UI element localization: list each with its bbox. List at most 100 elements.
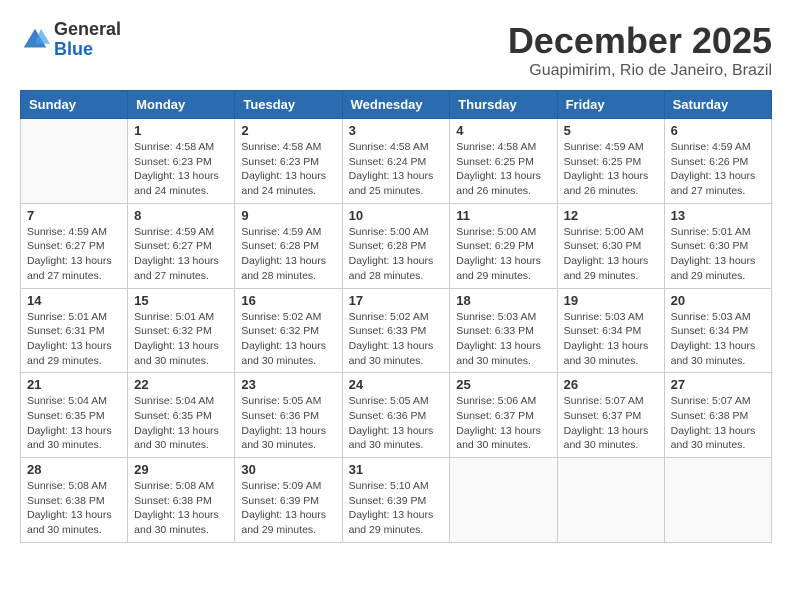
calendar-cell: 13 Sunrise: 5:01 AM Sunset: 6:30 PM Dayli… xyxy=(664,203,771,288)
day-info: Sunrise: 5:00 AM Sunset: 6:30 PM Dayligh… xyxy=(564,225,658,284)
day-info: Sunrise: 4:58 AM Sunset: 6:24 PM Dayligh… xyxy=(349,140,444,199)
day-info: Sunrise: 5:01 AM Sunset: 6:31 PM Dayligh… xyxy=(27,310,121,369)
day-number: 2 xyxy=(241,123,335,138)
day-number: 30 xyxy=(241,462,335,477)
calendar-cell: 26Sunrise: 5:07 AM Sunset: 6:37 PM Dayli… xyxy=(557,373,664,458)
location: Guapimirim, Rio de Janeiro, Brazil xyxy=(508,62,772,80)
weekday-header-monday: Monday xyxy=(128,91,235,119)
weekday-header-saturday: Saturday xyxy=(664,91,771,119)
week-row-1: 1 Sunrise: 4:58 AM Sunset: 6:23 PM Daylig… xyxy=(21,119,772,204)
day-info: Sunrise: 5:09 AM Sunset: 6:39 PM Dayligh… xyxy=(241,479,335,538)
week-row-4: 21Sunrise: 5:04 AM Sunset: 6:35 PM Dayli… xyxy=(21,373,772,458)
day-info: Sunrise: 5:03 AM Sunset: 6:33 PM Dayligh… xyxy=(456,310,550,369)
day-number: 28 xyxy=(27,462,121,477)
day-info: Sunrise: 5:00 AM Sunset: 6:29 PM Dayligh… xyxy=(456,225,550,284)
page-header: General Blue December 2025 Guapimirim, R… xyxy=(20,20,772,80)
day-number: 20 xyxy=(671,293,765,308)
calendar-cell: 3Sunrise: 4:58 AM Sunset: 6:24 PM Daylig… xyxy=(342,119,450,204)
calendar-cell: 22Sunrise: 5:04 AM Sunset: 6:35 PM Dayli… xyxy=(128,373,235,458)
day-info: Sunrise: 5:07 AM Sunset: 6:37 PM Dayligh… xyxy=(564,394,658,453)
calendar-cell: 6Sunrise: 4:59 AM Sunset: 6:26 PM Daylig… xyxy=(664,119,771,204)
day-info: Sunrise: 5:00 AM Sunset: 6:28 PM Dayligh… xyxy=(349,225,444,284)
day-number: 18 xyxy=(456,293,550,308)
month-title: December 2025 xyxy=(508,20,772,62)
day-number: 19 xyxy=(564,293,658,308)
calendar-cell: 1 Sunrise: 4:58 AM Sunset: 6:23 PM Daylig… xyxy=(128,119,235,204)
logo-icon xyxy=(20,25,50,55)
day-number: 10 xyxy=(349,208,444,223)
calendar-cell: 16 Sunrise: 5:02 AM Sunset: 6:32 PM Dayli… xyxy=(235,288,342,373)
calendar-cell: 31 Sunrise: 5:10 AM Sunset: 6:39 PM Dayli… xyxy=(342,458,450,543)
calendar-table: SundayMondayTuesdayWednesdayThursdayFrid… xyxy=(20,90,772,543)
day-info: Sunrise: 5:08 AM Sunset: 6:38 PM Dayligh… xyxy=(27,479,121,538)
day-info: Sunrise: 5:03 AM Sunset: 6:34 PM Dayligh… xyxy=(564,310,658,369)
day-info: Sunrise: 4:58 AM Sunset: 6:23 PM Dayligh… xyxy=(134,140,228,199)
calendar-cell: 8 Sunrise: 4:59 AM Sunset: 6:27 PM Daylig… xyxy=(128,203,235,288)
calendar-cell: 14 Sunrise: 5:01 AM Sunset: 6:31 PM Dayli… xyxy=(21,288,128,373)
calendar-cell: 18 Sunrise: 5:03 AM Sunset: 6:33 PM Dayli… xyxy=(450,288,557,373)
day-number: 12 xyxy=(564,208,658,223)
day-info: Sunrise: 5:02 AM Sunset: 6:32 PM Dayligh… xyxy=(241,310,335,369)
logo-blue: Blue xyxy=(54,40,121,60)
calendar-cell: 11 Sunrise: 5:00 AM Sunset: 6:29 PM Dayli… xyxy=(450,203,557,288)
day-info: Sunrise: 4:59 AM Sunset: 6:27 PM Dayligh… xyxy=(27,225,121,284)
day-number: 29 xyxy=(134,462,228,477)
weekday-header-tuesday: Tuesday xyxy=(235,91,342,119)
day-number: 13 xyxy=(671,208,765,223)
weekday-header-sunday: Sunday xyxy=(21,91,128,119)
day-number: 31 xyxy=(349,462,444,477)
week-row-3: 14 Sunrise: 5:01 AM Sunset: 6:31 PM Dayli… xyxy=(21,288,772,373)
day-info: Sunrise: 5:05 AM Sunset: 6:36 PM Dayligh… xyxy=(349,394,444,453)
day-info: Sunrise: 5:10 AM Sunset: 6:39 PM Dayligh… xyxy=(349,479,444,538)
calendar-cell xyxy=(450,458,557,543)
day-number: 9 xyxy=(241,208,335,223)
calendar-cell: 12 Sunrise: 5:00 AM Sunset: 6:30 PM Dayli… xyxy=(557,203,664,288)
day-number: 21 xyxy=(27,377,121,392)
day-info: Sunrise: 4:59 AM Sunset: 6:25 PM Dayligh… xyxy=(564,140,658,199)
day-number: 15 xyxy=(134,293,228,308)
day-number: 14 xyxy=(27,293,121,308)
calendar-cell: 23 Sunrise: 5:05 AM Sunset: 6:36 PM Dayli… xyxy=(235,373,342,458)
logo-general: General xyxy=(54,20,121,40)
title-section: December 2025 Guapimirim, Rio de Janeiro… xyxy=(508,20,772,80)
day-number: 7 xyxy=(27,208,121,223)
week-row-2: 7 Sunrise: 4:59 AM Sunset: 6:27 PM Daylig… xyxy=(21,203,772,288)
day-info: Sunrise: 5:08 AM Sunset: 6:38 PM Dayligh… xyxy=(134,479,228,538)
day-info: Sunrise: 5:01 AM Sunset: 6:30 PM Dayligh… xyxy=(671,225,765,284)
calendar-cell: 21Sunrise: 5:04 AM Sunset: 6:35 PM Dayli… xyxy=(21,373,128,458)
logo-text: General Blue xyxy=(54,20,121,60)
day-number: 27 xyxy=(671,377,765,392)
calendar-cell: 24Sunrise: 5:05 AM Sunset: 6:36 PM Dayli… xyxy=(342,373,450,458)
day-info: Sunrise: 4:59 AM Sunset: 6:27 PM Dayligh… xyxy=(134,225,228,284)
calendar-cell: 10 Sunrise: 5:00 AM Sunset: 6:28 PM Dayli… xyxy=(342,203,450,288)
calendar-cell: 19 Sunrise: 5:03 AM Sunset: 6:34 PM Dayli… xyxy=(557,288,664,373)
day-info: Sunrise: 4:59 AM Sunset: 6:26 PM Dayligh… xyxy=(671,140,765,199)
day-number: 11 xyxy=(456,208,550,223)
day-number: 1 xyxy=(134,123,228,138)
day-number: 16 xyxy=(241,293,335,308)
calendar-cell: 5Sunrise: 4:59 AM Sunset: 6:25 PM Daylig… xyxy=(557,119,664,204)
day-info: Sunrise: 4:58 AM Sunset: 6:23 PM Dayligh… xyxy=(241,140,335,199)
calendar-cell: 20 Sunrise: 5:03 AM Sunset: 6:34 PM Dayli… xyxy=(664,288,771,373)
day-info: Sunrise: 4:58 AM Sunset: 6:25 PM Dayligh… xyxy=(456,140,550,199)
calendar-cell: 25 Sunrise: 5:06 AM Sunset: 6:37 PM Dayli… xyxy=(450,373,557,458)
calendar-cell: 28 Sunrise: 5:08 AM Sunset: 6:38 PM Dayli… xyxy=(21,458,128,543)
calendar-cell: 30 Sunrise: 5:09 AM Sunset: 6:39 PM Dayli… xyxy=(235,458,342,543)
calendar-cell xyxy=(557,458,664,543)
calendar-cell: 9Sunrise: 4:59 AM Sunset: 6:28 PM Daylig… xyxy=(235,203,342,288)
calendar-cell: 15 Sunrise: 5:01 AM Sunset: 6:32 PM Dayli… xyxy=(128,288,235,373)
day-number: 25 xyxy=(456,377,550,392)
day-info: Sunrise: 5:01 AM Sunset: 6:32 PM Dayligh… xyxy=(134,310,228,369)
calendar-cell: 2 Sunrise: 4:58 AM Sunset: 6:23 PM Daylig… xyxy=(235,119,342,204)
day-number: 23 xyxy=(241,377,335,392)
calendar-cell: 4Sunrise: 4:58 AM Sunset: 6:25 PM Daylig… xyxy=(450,119,557,204)
day-info: Sunrise: 5:06 AM Sunset: 6:37 PM Dayligh… xyxy=(456,394,550,453)
day-number: 8 xyxy=(134,208,228,223)
calendar-cell: 17Sunrise: 5:02 AM Sunset: 6:33 PM Dayli… xyxy=(342,288,450,373)
day-info: Sunrise: 5:05 AM Sunset: 6:36 PM Dayligh… xyxy=(241,394,335,453)
logo: General Blue xyxy=(20,20,121,60)
calendar-cell: 29 Sunrise: 5:08 AM Sunset: 6:38 PM Dayli… xyxy=(128,458,235,543)
day-info: Sunrise: 5:03 AM Sunset: 6:34 PM Dayligh… xyxy=(671,310,765,369)
week-row-5: 28 Sunrise: 5:08 AM Sunset: 6:38 PM Dayli… xyxy=(21,458,772,543)
weekday-header-friday: Friday xyxy=(557,91,664,119)
